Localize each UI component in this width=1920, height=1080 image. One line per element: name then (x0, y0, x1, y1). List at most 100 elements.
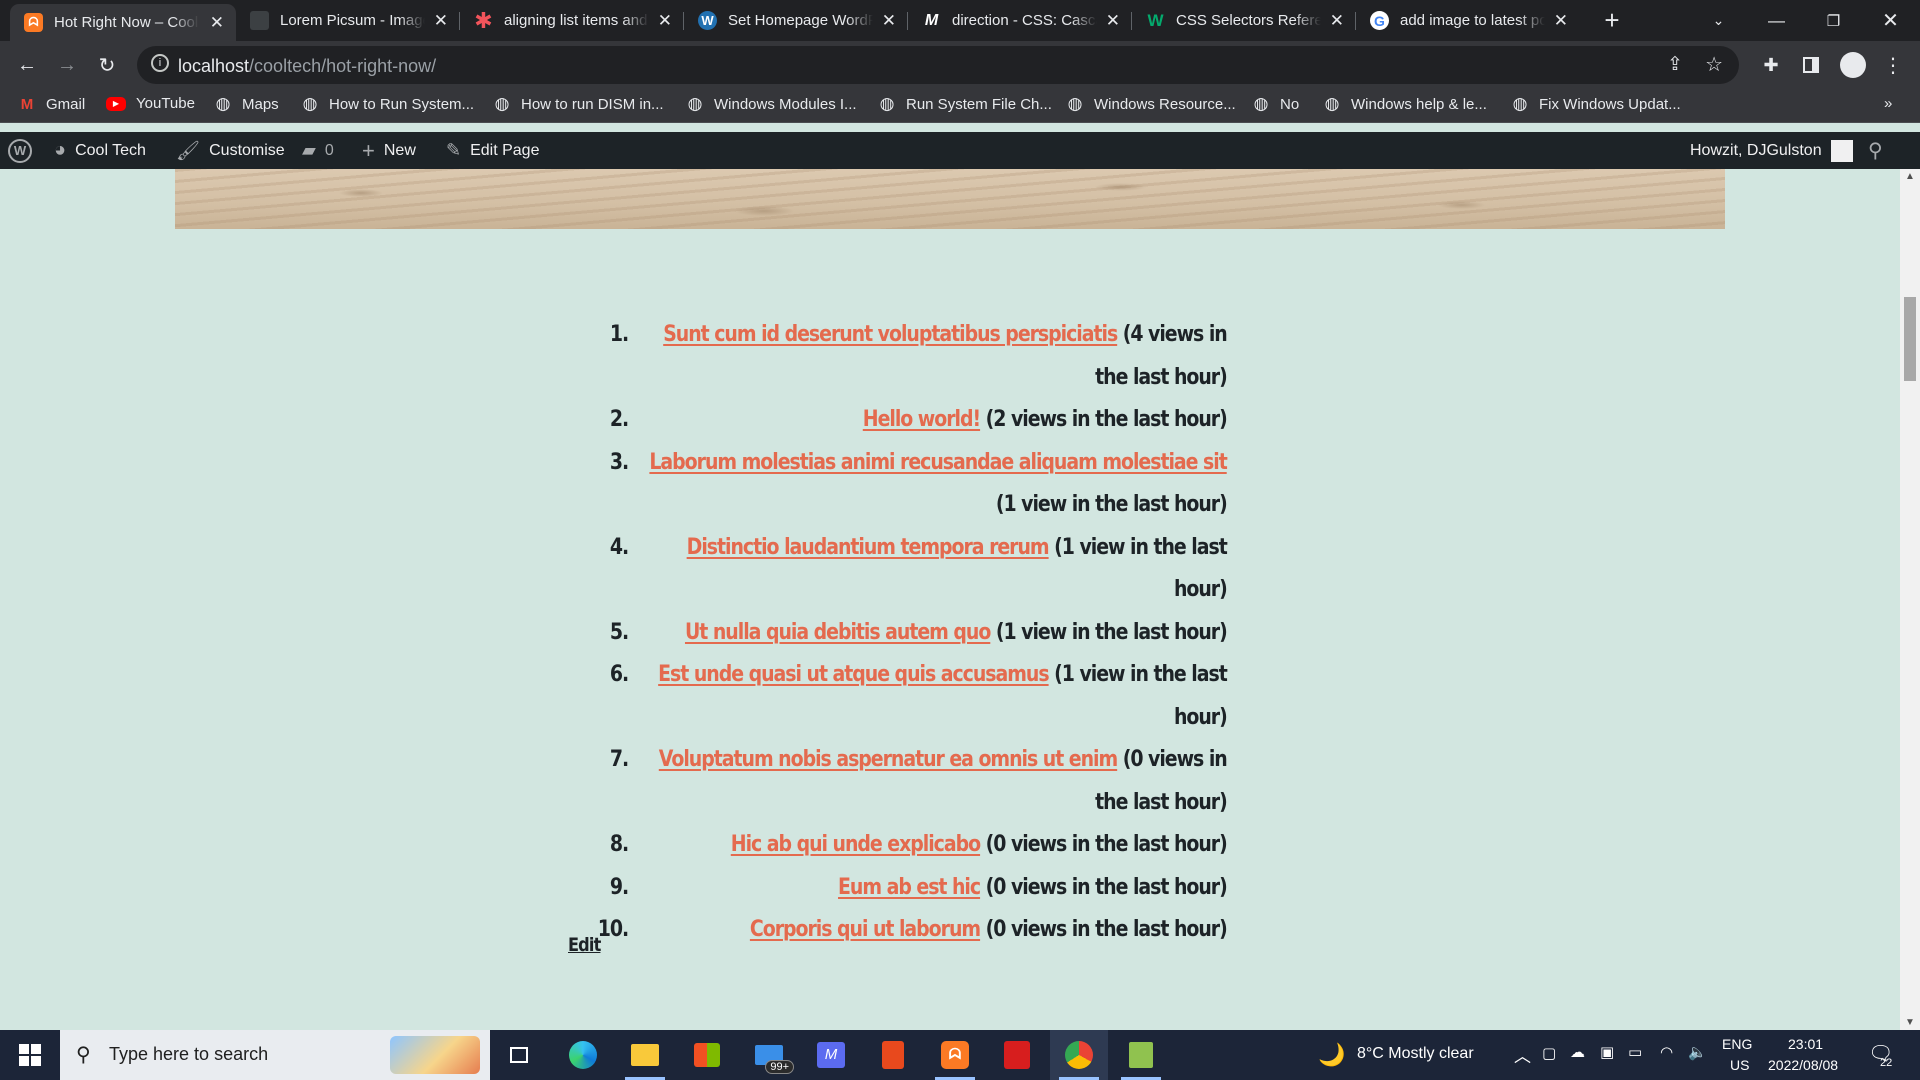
search-placeholder: Type here to search (109, 1044, 269, 1064)
visual-studio-icon[interactable]: M (802, 1030, 860, 1080)
back-arrow-icon[interactable]: ← (12, 50, 42, 80)
microsoft-store-icon[interactable] (678, 1030, 736, 1080)
reload-icon[interactable]: ↻ (92, 50, 122, 80)
close-tab-icon[interactable]: ✕ (210, 13, 224, 33)
clock-time[interactable]: 23:01 (1788, 1036, 1823, 1052)
close-tab-icon[interactable]: ✕ (1106, 11, 1120, 31)
post-link[interactable]: Corporis qui ut laborum (750, 917, 981, 942)
office-icon[interactable] (864, 1030, 922, 1080)
wifi-icon[interactable]: ◠ (1660, 1043, 1673, 1061)
bookmark-label: No (1280, 95, 1300, 113)
close-tab-icon[interactable]: ✕ (882, 11, 896, 31)
mail-icon[interactable]: 99+ (740, 1030, 798, 1080)
bookmark-windows-resource[interactable]: ◍ Windows Resource... (1066, 94, 1236, 113)
site-name-menu[interactable]: ◕ Cool Tech (54, 132, 146, 169)
profile-avatar[interactable] (1838, 50, 1868, 80)
share-icon[interactable]: ⇪ (1667, 53, 1683, 76)
chrome-menu-icon[interactable]: ⋮ (1878, 50, 1908, 80)
edit-post-link[interactable]: Edit (568, 934, 601, 956)
minimize-button[interactable]: — (1748, 0, 1805, 41)
post-link[interactable]: Hello world! (863, 407, 981, 432)
close-tab-icon[interactable]: ✕ (658, 11, 672, 31)
scroll-up-arrow-icon[interactable]: ▲ (1905, 171, 1915, 182)
edit-page-label: Edit Page (470, 141, 540, 159)
notification-count: 22 (1880, 1057, 1893, 1069)
bookmark-run-system[interactable]: ◍ How to Run System... (301, 94, 474, 113)
list-item: 1. Sunt cum id deserunt voluptatibus per… (580, 314, 1228, 399)
bookmark-no[interactable]: ◍ No (1252, 94, 1300, 113)
close-tab-icon[interactable]: ✕ (1330, 11, 1344, 31)
tab-title: Lorem Picsum - Images (280, 12, 425, 29)
side-panel-icon[interactable] (1796, 50, 1826, 80)
wordpress-logo-icon[interactable]: W (8, 132, 32, 169)
new-content-menu[interactable]: + New (362, 132, 416, 169)
acrobat-icon[interactable] (988, 1030, 1046, 1080)
window-close-button[interactable]: ✕ (1862, 0, 1919, 41)
bookmark-star-icon[interactable]: ☆ (1705, 52, 1723, 77)
tab-direction-css[interactable]: M direction - CSS: Cascading ✕ (908, 0, 1132, 41)
bookmarks-overflow-icon[interactable]: » (1884, 95, 1892, 112)
notepad-plus-plus-icon[interactable] (1112, 1030, 1170, 1080)
edit-page-link[interactable]: ✎ Edit Page (446, 132, 539, 169)
post-link[interactable]: Est unde quasi ut atque quis accusamus (658, 662, 1049, 687)
extensions-puzzle-icon[interactable]: ✚ (1756, 50, 1786, 80)
bookmark-fix-windows-update[interactable]: ◍ Fix Windows Updat... (1511, 94, 1681, 113)
search-icon[interactable]: ⚲ (1868, 132, 1883, 169)
close-tab-icon[interactable]: ✕ (1554, 11, 1568, 31)
edge-icon[interactable] (554, 1030, 612, 1080)
start-button[interactable] (0, 1030, 60, 1080)
display-icon[interactable]: ▣ (1600, 1043, 1614, 1061)
tab-css-selectors[interactable]: W CSS Selectors Reference ✕ (1132, 0, 1356, 41)
list-item: 4. Distinctio laudantium tempora rerum (… (580, 527, 1228, 612)
post-link[interactable]: Voluptatum nobis aspernatur ea omnis ut … (659, 747, 1118, 772)
battery-icon[interactable]: ▭ (1628, 1043, 1642, 1061)
task-view-icon[interactable] (490, 1030, 548, 1080)
restore-button[interactable]: ❐ (1805, 0, 1862, 41)
keyboard-layout[interactable]: US (1730, 1057, 1749, 1073)
bookmark-run-sfc[interactable]: ◍ Run System File Ch... (878, 94, 1052, 113)
weather-text[interactable]: 8°C Mostly clear (1357, 1045, 1474, 1063)
onedrive-icon[interactable]: ☁ (1570, 1043, 1585, 1061)
forward-arrow-icon[interactable]: → (52, 50, 82, 80)
tab-aligning-list[interactable]: ✱ aligning list items and ✕ (460, 0, 684, 41)
file-explorer-icon[interactable] (616, 1030, 674, 1080)
customise-link[interactable]: 🖌 Customise (176, 132, 285, 169)
chrome-icon[interactable] (1050, 1030, 1108, 1080)
tab-search-chevron-icon[interactable]: ⌄ (1690, 0, 1747, 41)
show-hidden-icons-chevron-icon[interactable]: ︿ (1514, 1042, 1531, 1067)
bookmark-windows-modules[interactable]: ◍ Windows Modules I... (686, 94, 857, 113)
bookmark-label: How to run DISM in... (521, 95, 664, 113)
language-code[interactable]: ENG (1722, 1036, 1752, 1052)
bookmark-maps[interactable]: ◍ Maps (214, 94, 279, 113)
meet-now-icon[interactable]: ▢ (1542, 1044, 1556, 1062)
bookmark-label: Fix Windows Updat... (1539, 95, 1681, 113)
bookmark-windows-help[interactable]: ◍ Windows help & le... (1323, 94, 1487, 113)
new-tab-button[interactable]: + (1582, 0, 1642, 41)
comments-link[interactable]: ▰ 0 (302, 132, 334, 169)
post-link[interactable]: Hic ab qui unde explicabo (731, 832, 981, 857)
post-link[interactable]: Eum ab est hic (838, 875, 981, 900)
weather-moon-icon[interactable]: 🌙 (1318, 1042, 1345, 1068)
volume-icon[interactable]: 🔈 (1688, 1043, 1707, 1061)
post-link[interactable]: Distinctio laudantium tempora rerum (687, 535, 1050, 560)
tab-lorem-picsum[interactable]: Lorem Picsum - Images ✕ (236, 0, 460, 41)
my-account-menu[interactable]: Howzit, DJGulston (1690, 132, 1853, 169)
page-scrollbar[interactable]: ▲ ▼ (1900, 169, 1920, 1030)
close-tab-icon[interactable]: ✕ (434, 11, 448, 31)
clock-date[interactable]: 2022/08/08 (1768, 1057, 1838, 1073)
address-bar[interactable]: i localhost/cooltech/hot-right-now/ ⇪ ☆ (137, 46, 1739, 84)
tab-set-homepage[interactable]: W Set Homepage WordPress ✕ (684, 0, 908, 41)
post-link[interactable]: Sunt cum id deserunt voluptatibus perspi… (663, 322, 1118, 347)
scrollbar-thumb[interactable] (1904, 297, 1916, 381)
scroll-down-arrow-icon[interactable]: ▼ (1905, 1017, 1915, 1028)
site-info-icon[interactable]: i (151, 54, 169, 72)
post-link[interactable]: Ut nulla quia debitis autem quo (685, 620, 991, 645)
bookmark-run-dism[interactable]: ◍ How to run DISM in... (493, 94, 664, 113)
bookmark-youtube[interactable]: ▶ YouTube (106, 95, 195, 112)
bookmark-gmail[interactable]: M Gmail (18, 95, 85, 113)
tab-add-image[interactable]: G add image to latest post ✕ (1356, 0, 1580, 41)
xampp-icon[interactable]: ᗣ (926, 1030, 984, 1080)
taskbar-search-box[interactable]: ⚲ Type here to search (60, 1030, 490, 1080)
tab-hot-right-now[interactable]: ᗣ Hot Right Now – Cool Tech ✕ (10, 4, 236, 41)
post-link[interactable]: Laborum molestias animi recusandae aliqu… (649, 450, 1227, 475)
